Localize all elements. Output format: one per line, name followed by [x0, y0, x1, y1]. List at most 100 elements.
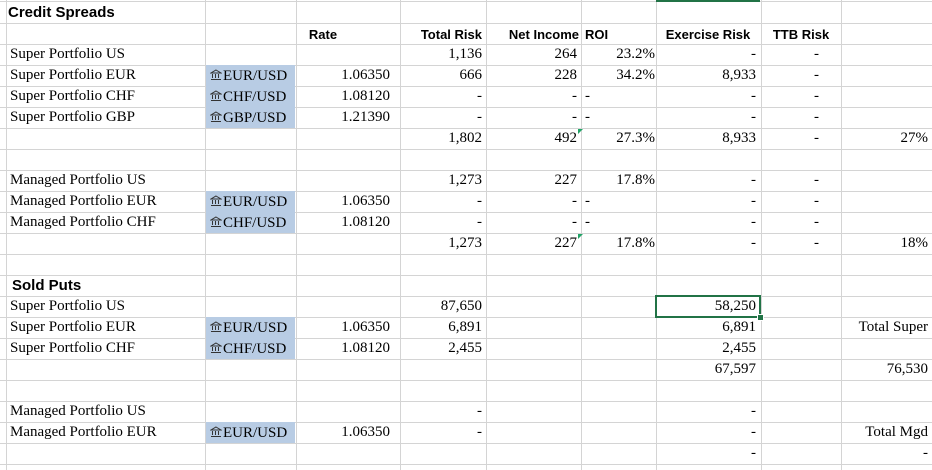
cell-roi[interactable]: -: [583, 191, 613, 212]
cell-label[interactable]: [8, 128, 204, 149]
cell-total-risk[interactable]: [400, 275, 486, 296]
cell-label[interactable]: Super Portfolio CHF: [8, 86, 204, 107]
cell-total-risk[interactable]: 1,136: [400, 44, 486, 65]
cell-exercise-risk[interactable]: 8,933: [656, 65, 760, 86]
cell-exercise-risk[interactable]: -: [656, 443, 760, 464]
cell-roi[interactable]: 34.2%: [581, 65, 659, 86]
cell-exercise-risk[interactable]: 2,455: [656, 338, 760, 359]
cell-ttb-risk[interactable]: [761, 317, 823, 338]
header-roi[interactable]: ROI: [583, 24, 653, 45]
cell-exercise-risk[interactable]: 8,933: [656, 128, 760, 149]
cell-extra[interactable]: [841, 149, 932, 170]
selected-cell-outline[interactable]: [655, 295, 761, 318]
cell-rate[interactable]: [296, 380, 394, 401]
cell-label[interactable]: [8, 233, 204, 254]
cell-net-income[interactable]: [486, 254, 581, 275]
cell-net-income[interactable]: 227: [486, 233, 581, 254]
cell-label[interactable]: [8, 254, 204, 275]
cell-extra[interactable]: [841, 107, 932, 128]
cell-total-risk[interactable]: [400, 254, 486, 275]
cell-net-income[interactable]: 227: [486, 170, 581, 191]
cell-fx[interactable]: CHF/USD: [206, 212, 295, 233]
header-rate[interactable]: Rate: [296, 24, 350, 45]
cell-extra[interactable]: Total Mgd: [841, 422, 932, 443]
cell-rate[interactable]: [296, 401, 394, 422]
cell-total-risk[interactable]: -: [400, 422, 486, 443]
cell-extra[interactable]: [841, 380, 932, 401]
cell-ttb-risk[interactable]: -: [761, 107, 823, 128]
cell-extra[interactable]: -: [841, 443, 932, 464]
cell-roi[interactable]: 23.2%: [581, 44, 659, 65]
cell-rate[interactable]: [296, 170, 394, 191]
cell-roi[interactable]: 17.8%: [581, 170, 659, 191]
header-ttb-risk[interactable]: TTB Risk: [761, 24, 841, 45]
cell-ttb-risk[interactable]: -: [761, 233, 823, 254]
cell-label[interactable]: Managed Portfolio US: [8, 401, 204, 422]
cell-roi[interactable]: [581, 149, 659, 170]
cell-rate[interactable]: [296, 296, 394, 317]
cell-label[interactable]: [8, 149, 204, 170]
cell-total-risk[interactable]: 1,802: [400, 128, 486, 149]
cell-roi[interactable]: -: [583, 107, 613, 128]
cell-exercise-risk[interactable]: -: [656, 422, 760, 443]
cell-extra[interactable]: [841, 44, 932, 65]
cell-label[interactable]: Super Portfolio GBP: [8, 107, 204, 128]
cell-ttb-risk[interactable]: [761, 401, 823, 422]
cell-exercise-risk[interactable]: [656, 275, 760, 296]
cell-exercise-risk[interactable]: -: [656, 107, 760, 128]
cell-label[interactable]: Managed Portfolio US: [8, 170, 204, 191]
cell-roi[interactable]: 27.3%: [581, 128, 659, 149]
cell-label[interactable]: Super Portfolio EUR: [8, 65, 204, 86]
cell-label[interactable]: Super Portfolio US: [8, 296, 204, 317]
cell-total-risk[interactable]: 666: [400, 65, 486, 86]
cell-fx[interactable]: EUR/USD: [206, 422, 295, 443]
cell-roi[interactable]: [581, 254, 659, 275]
cell-total-risk[interactable]: -: [400, 107, 486, 128]
cell-rate[interactable]: [296, 128, 394, 149]
cell-net-income[interactable]: [486, 275, 581, 296]
cell-extra[interactable]: [841, 254, 932, 275]
cell-extra[interactable]: [841, 191, 932, 212]
cell-ttb-risk[interactable]: -: [761, 86, 823, 107]
cell-label[interactable]: Super Portfolio US: [8, 44, 204, 65]
cell-exercise-risk[interactable]: 6,891: [656, 317, 760, 338]
cell-extra[interactable]: [841, 296, 932, 317]
cell-rate[interactable]: 1.08120: [296, 338, 394, 359]
cell-roi[interactable]: 17.8%: [581, 233, 659, 254]
cell-net-income[interactable]: [486, 317, 581, 338]
cell-extra[interactable]: [841, 86, 932, 107]
cell-net-income[interactable]: [486, 401, 581, 422]
cell-ttb-risk[interactable]: [761, 380, 823, 401]
cell-extra[interactable]: [841, 275, 932, 296]
cell-rate[interactable]: [296, 233, 394, 254]
cell-exercise-risk[interactable]: 67,597: [656, 359, 760, 380]
header-exercise-risk[interactable]: Exercise Risk: [656, 24, 760, 45]
cell-ttb-risk[interactable]: -: [761, 170, 823, 191]
cell-exercise-risk[interactable]: -: [656, 170, 760, 191]
cell-net-income[interactable]: -: [486, 86, 581, 107]
cell-rate[interactable]: 1.21390: [296, 107, 394, 128]
cell-exercise-risk[interactable]: -: [656, 212, 760, 233]
cell-ttb-risk[interactable]: [761, 296, 823, 317]
cell-net-income[interactable]: 264: [486, 44, 581, 65]
cell-total-risk[interactable]: 6,891: [400, 317, 486, 338]
cell-roi[interactable]: [581, 359, 659, 380]
cell-ttb-risk[interactable]: [761, 359, 823, 380]
fill-handle[interactable]: [757, 314, 764, 321]
cell-roi[interactable]: -: [583, 212, 613, 233]
cell-total-risk[interactable]: 1,273: [400, 170, 486, 191]
cell-extra[interactable]: [841, 338, 932, 359]
cell-ttb-risk[interactable]: -: [761, 44, 823, 65]
cell-total-risk[interactable]: [400, 380, 486, 401]
cell-exercise-risk[interactable]: -: [656, 44, 760, 65]
cell-total-risk[interactable]: 2,455: [400, 338, 486, 359]
cell-roi[interactable]: [581, 401, 659, 422]
cell-roi[interactable]: [581, 380, 659, 401]
cell-net-income[interactable]: -: [486, 107, 581, 128]
cell-extra[interactable]: [841, 401, 932, 422]
cell-exercise-risk[interactable]: -: [656, 86, 760, 107]
cell-roi[interactable]: [581, 296, 659, 317]
cell-rate[interactable]: [296, 275, 394, 296]
cell-roi[interactable]: [581, 275, 659, 296]
cell-total-risk[interactable]: -: [400, 401, 486, 422]
